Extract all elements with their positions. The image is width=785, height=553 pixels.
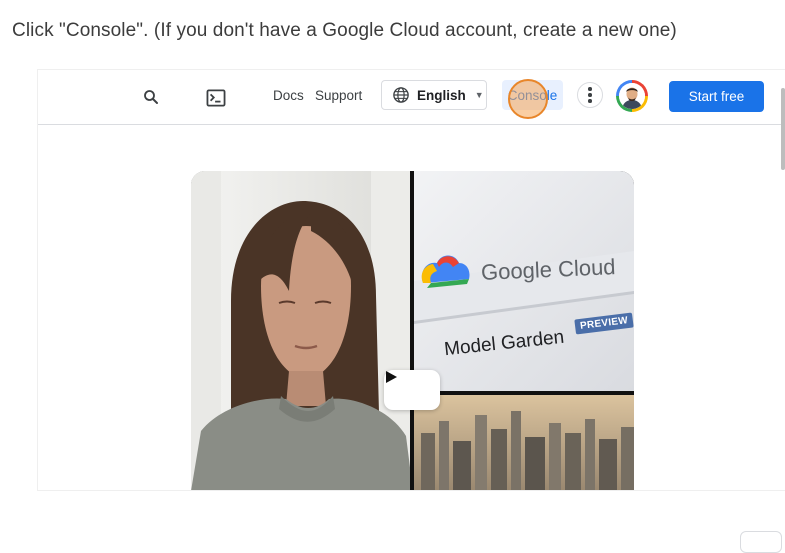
language-selected: English (417, 87, 466, 103)
globe-icon (392, 86, 410, 104)
terminal-icon[interactable] (203, 85, 229, 111)
more-vert-icon[interactable] (577, 82, 603, 108)
language-selector[interactable]: English ▼ (381, 80, 487, 110)
chevron-down-icon: ▼ (474, 90, 484, 100)
docs-link[interactable]: Docs (273, 88, 304, 103)
instruction-text: Click "Console". (If you don't have a Go… (12, 20, 677, 41)
support-link[interactable]: Support (315, 88, 362, 103)
scrollbar[interactable] (781, 88, 785, 170)
click-indicator (508, 79, 548, 119)
search-icon[interactable] (138, 84, 164, 110)
play-button[interactable] (384, 370, 440, 410)
start-free-button[interactable]: Start free (669, 81, 764, 112)
avatar[interactable] (616, 80, 648, 112)
browser-frame: Docs Support English ▼ Console Start fre… (38, 70, 785, 490)
top-navigation-bar: Docs Support English ▼ Console Start fre… (38, 70, 785, 125)
corner-button[interactable] (740, 531, 782, 553)
video-player[interactable]: Google Cloud Model Garden PREVIEW (191, 171, 634, 490)
video-thumbnail (191, 171, 634, 490)
